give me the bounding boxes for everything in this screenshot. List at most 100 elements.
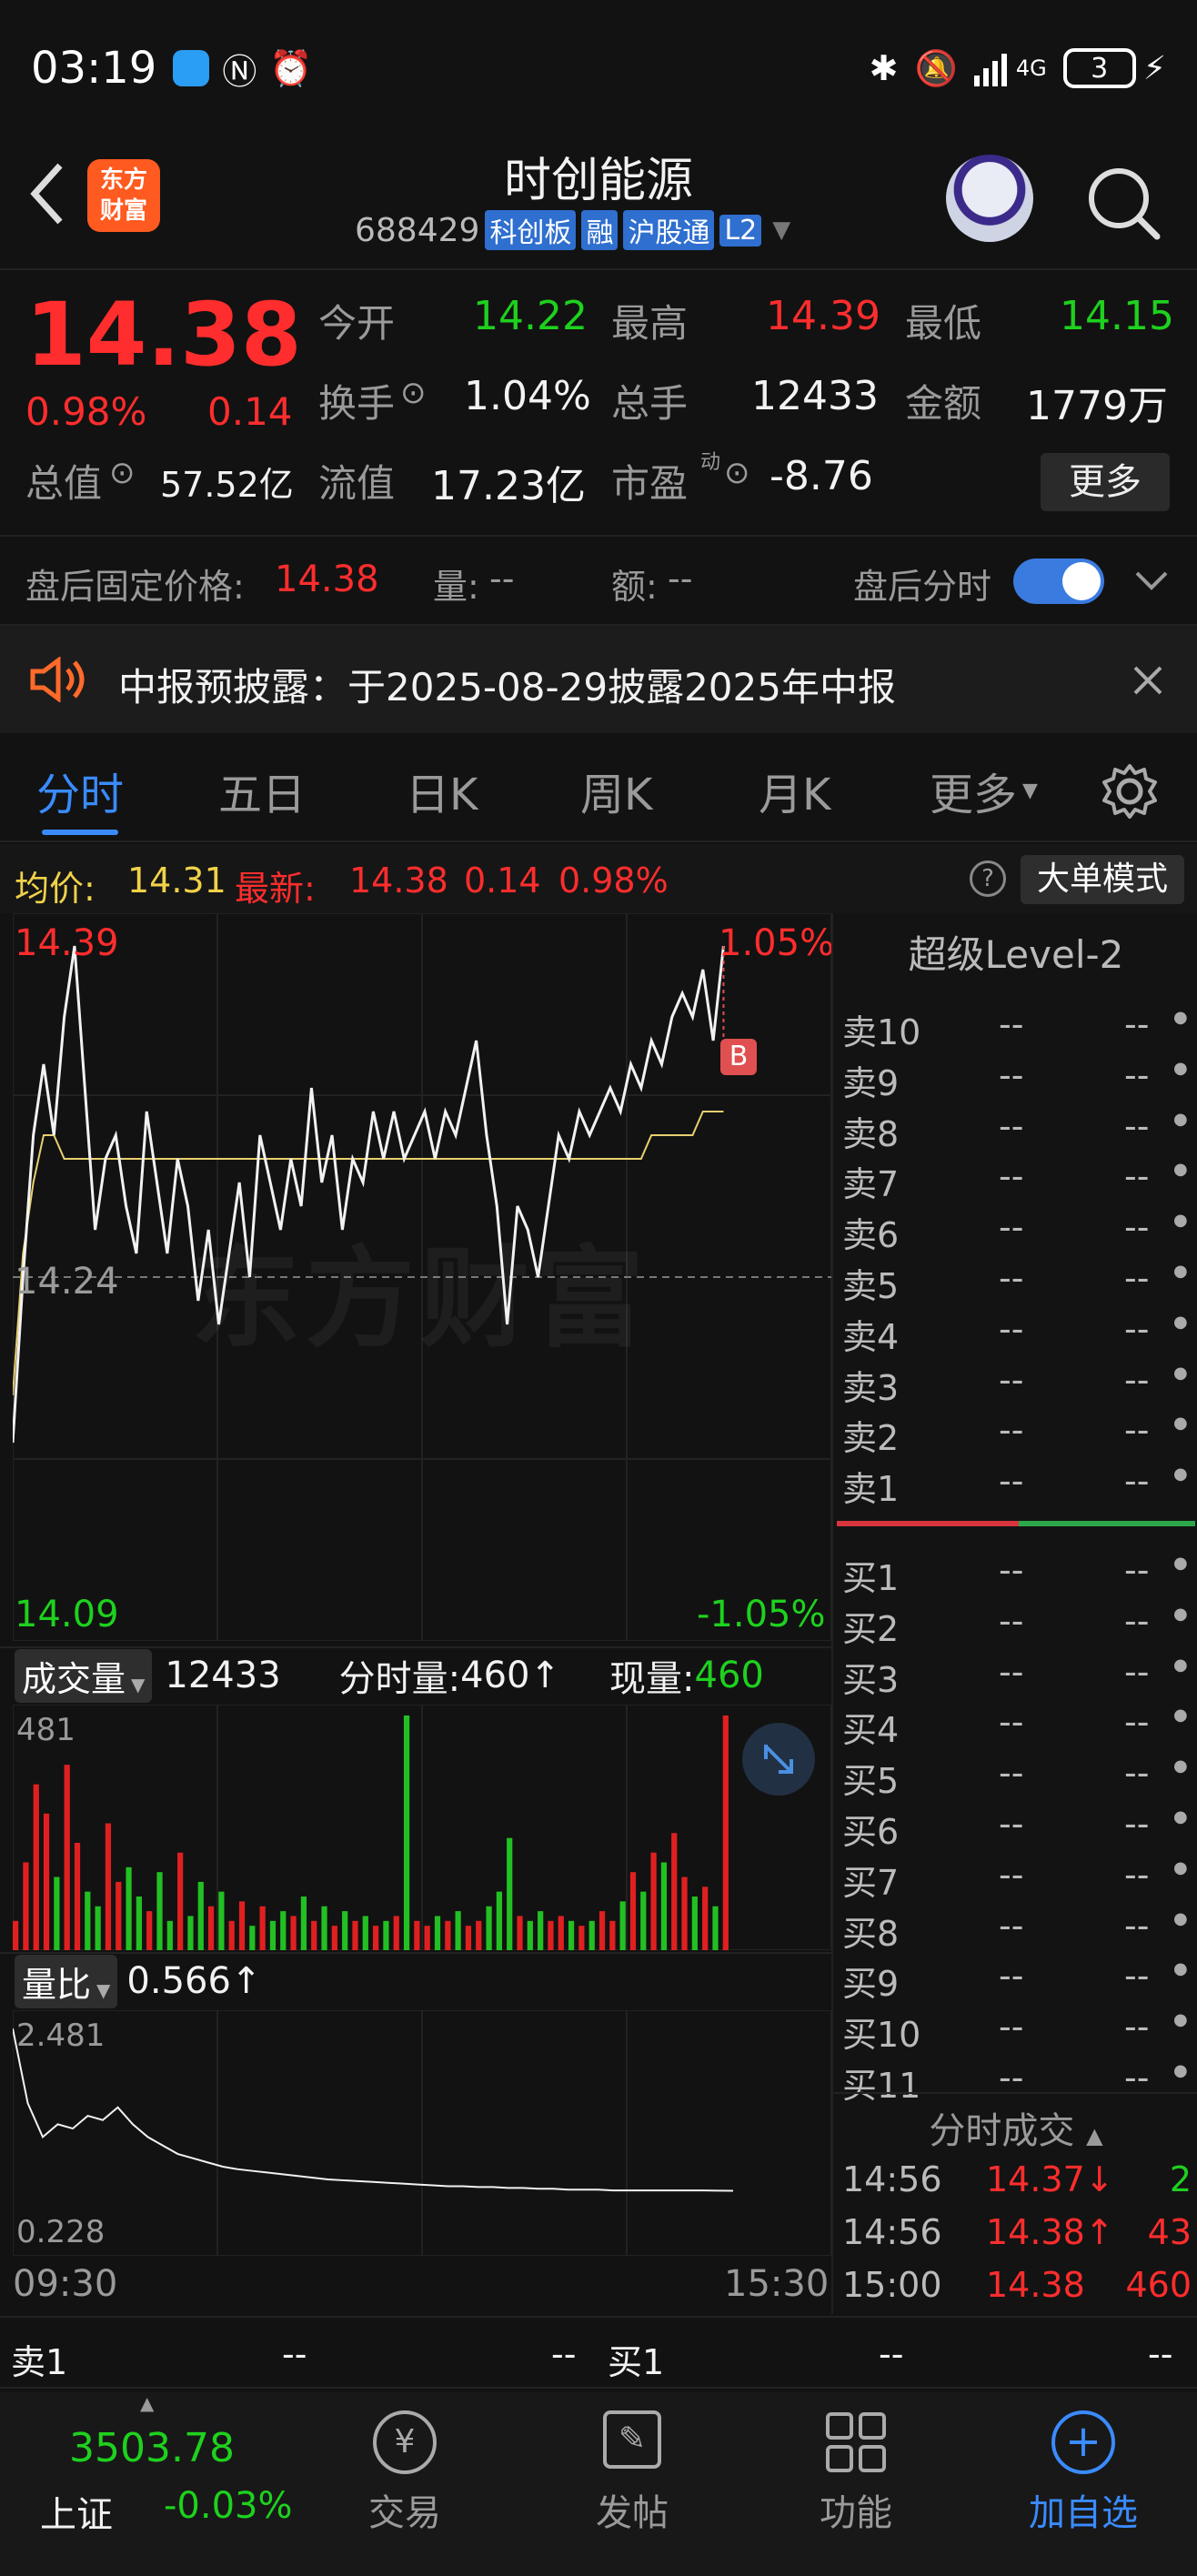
ask-row[interactable]: 卖3 -- -- ●: [833, 1353, 1197, 1408]
dot-icon: ●: [1173, 1655, 1188, 1675]
after-chart-toggle[interactable]: [1013, 558, 1104, 604]
info-icon[interactable]: ⊙: [400, 375, 427, 411]
pct-min-label: -1.05%: [697, 1594, 826, 1635]
robot-avatar-icon[interactable]: [946, 155, 1033, 242]
ask-row[interactable]: 卖6 -- -- ●: [833, 1200, 1197, 1255]
ask-row[interactable]: 卖9 -- -- ●: [833, 1048, 1197, 1103]
bid-row[interactable]: 买4 -- -- ●: [833, 1695, 1197, 1750]
gear-icon[interactable]: [1101, 762, 1159, 820]
ask-row[interactable]: 卖4 -- -- ●: [833, 1302, 1197, 1357]
now-volume-label: 现量:: [609, 1658, 695, 1700]
info-icon[interactable]: ⊙: [109, 455, 136, 491]
tab-weekly-k[interactable]: 周K: [580, 759, 652, 822]
bid-row[interactable]: 买10 -- -- ●: [833, 1999, 1197, 2055]
more-button[interactable]: 更多: [1041, 453, 1170, 511]
index-quote[interactable]: ▲ 3503.78 上证 -0.03%: [0, 2392, 309, 2576]
help-icon[interactable]: ?: [970, 860, 1006, 897]
volume-bar: [383, 1920, 389, 1950]
bid-row[interactable]: 买7 -- -- ●: [833, 1847, 1197, 1903]
tab-more[interactable]: 更多 ▼: [930, 759, 1038, 822]
level-label: 买2: [842, 1608, 900, 1649]
volume-bar: [681, 1877, 688, 1950]
tab-five-day[interactable]: 五日: [218, 759, 306, 822]
level2-title[interactable]: 超级Level-2: [833, 924, 1197, 980]
ratio-chart[interactable]: [13, 2010, 831, 2256]
change-percent: 0.98%: [25, 389, 147, 434]
ask-row[interactable]: 卖7 -- -- ●: [833, 1149, 1197, 1204]
level-label: 买4: [842, 1710, 900, 1751]
bid-row[interactable]: 买6 -- -- ●: [833, 1796, 1197, 1852]
ask-row[interactable]: 卖2 -- -- ●: [833, 1403, 1197, 1458]
add-icon: +: [1051, 2410, 1115, 2474]
volume-chart[interactable]: [13, 1705, 831, 1950]
level-label: 买1: [842, 1558, 900, 1598]
volume-bar: [342, 1911, 348, 1950]
volume-max-label: 481: [16, 1712, 75, 1748]
nav-trade[interactable]: ¥ 交易: [346, 2410, 464, 2536]
trade-time: 14:56: [842, 2159, 942, 2199]
volume-indicator-select[interactable]: 成交量 ▼: [15, 1648, 153, 1703]
volume-bar: [33, 1784, 39, 1950]
bid-row[interactable]: 买1 -- -- ●: [833, 1543, 1197, 1598]
turnover-value: 1.04%: [464, 373, 591, 419]
level-label: 卖1: [842, 1469, 900, 1510]
last-value: 14.38: [349, 860, 448, 901]
volume-bar: [95, 1906, 101, 1950]
tab-intraday[interactable]: 分时: [36, 759, 124, 822]
volume-bar: [290, 1916, 297, 1950]
notice-bar[interactable]: 中报预披露：于2025-08-29披露2025年中报: [0, 626, 1197, 733]
expand-button[interactable]: [742, 1723, 815, 1796]
volume-bar: [702, 1887, 709, 1950]
level-volume: --: [1124, 1004, 1150, 1044]
search-button[interactable]: [1082, 162, 1164, 244]
time-start-label: 09:30: [13, 2263, 118, 2305]
chart-info-row: 均价: 14.31 最新: 14.38 0.14 0.98% ? 大单模式: [0, 844, 1197, 913]
level-volume: --: [1124, 1651, 1150, 1692]
bid-row[interactable]: 买5 -- -- ●: [833, 1746, 1197, 1801]
level-volume: --: [1124, 1803, 1150, 1844]
level2-panel: 超级Level-2 卖10 -- -- ● 卖9 -- -- ● 卖8 -- -- ● 卖7 -- -- ● 卖…: [831, 913, 1197, 2314]
ratio-indicator-select[interactable]: 量比 ▼: [15, 1954, 118, 2008]
level-label: 买7: [842, 1862, 900, 1903]
tab-monthly-k[interactable]: 月K: [759, 759, 830, 822]
grid-icon: [826, 2412, 886, 2472]
level-price: --: [999, 1956, 1024, 1997]
volume-bar: [105, 1823, 112, 1950]
volume-bar: [187, 1916, 194, 1950]
nav-post[interactable]: ✎ 发帖: [573, 2410, 691, 2536]
bid-row[interactable]: 买3 -- -- ●: [833, 1645, 1197, 1700]
index-pct: -0.03%: [164, 2485, 293, 2527]
ask-row[interactable]: 卖10 -- -- ●: [833, 997, 1197, 1052]
close-icon[interactable]: [1132, 664, 1164, 697]
stock-code-row[interactable]: 688429 科创板 融 沪股通 L2 ▼: [355, 209, 790, 251]
bid-row[interactable]: 买9 -- -- ●: [833, 1948, 1197, 2004]
after-amount-label: 额:: [611, 567, 658, 607]
ask-row[interactable]: 卖1 -- -- ●: [833, 1454, 1197, 1509]
trades-title[interactable]: 分时成交 ▲: [833, 2101, 1197, 2154]
expand-chevron-icon[interactable]: [1133, 569, 1170, 593]
level-label: 卖6: [842, 1215, 900, 1256]
buy-marker[interactable]: B: [720, 1039, 757, 1075]
big-order-button[interactable]: 大单模式: [1021, 855, 1184, 904]
tab-daily-k[interactable]: 日K: [406, 759, 478, 822]
nav-functions[interactable]: 功能: [797, 2410, 915, 2536]
volume-bar: [609, 1920, 616, 1950]
ask-row[interactable]: 卖8 -- -- ●: [833, 1099, 1197, 1154]
volume-bar: [486, 1906, 492, 1950]
ask-row[interactable]: 卖5 -- -- ●: [833, 1251, 1197, 1306]
bid-row[interactable]: 买8 -- -- ●: [833, 1898, 1197, 1954]
level-price: --: [999, 1651, 1024, 1692]
level-volume: --: [1124, 1702, 1150, 1743]
level-volume: --: [1124, 2007, 1150, 2048]
level-label: 卖3: [842, 1367, 900, 1408]
bid-row[interactable]: 买2 -- -- ●: [833, 1594, 1197, 1649]
bottom-quote-bar: 卖1 -- -- 买1 -- --: [0, 2316, 1197, 2389]
dot-icon: ●: [1173, 1706, 1188, 1726]
volume-bar: [311, 1920, 317, 1950]
info-icon[interactable]: ⊙: [724, 455, 750, 491]
chart-area[interactable]: 东方财富 14.39 1.05% 14.24 14.09 -1.05% B 成交…: [0, 913, 834, 2314]
level-volume: --: [1124, 1461, 1150, 1502]
index-value: 3503.78: [69, 2425, 235, 2471]
nav-add-watchlist[interactable]: + 加自选: [1015, 2410, 1152, 2536]
price-min-label: 14.09: [15, 1594, 119, 1635]
